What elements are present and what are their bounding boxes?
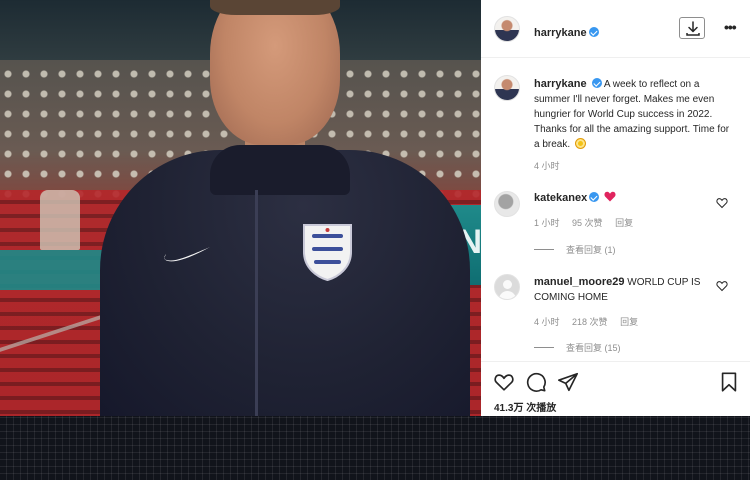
comment-like-heart-icon[interactable]	[716, 280, 728, 292]
page-background	[0, 416, 750, 480]
replies-divider	[534, 347, 554, 348]
post-header: harrykane •••	[481, 0, 750, 58]
player-figure	[100, 0, 470, 431]
player-collar	[210, 145, 350, 195]
download-button[interactable]	[679, 17, 705, 39]
comment-meta: 1 小时 95 次赞 回复	[534, 216, 643, 229]
comment-likes[interactable]: 218 次赞	[572, 317, 608, 327]
comment-time[interactable]: 1 小时	[534, 218, 560, 228]
video-player[interactable]: ON	[0, 0, 481, 431]
reply-button[interactable]: 回复	[615, 218, 633, 228]
comment-like-heart-icon[interactable]	[716, 197, 728, 209]
verified-badge-icon	[588, 27, 599, 37]
reply-button[interactable]: 回复	[620, 317, 638, 327]
verified-badge-icon	[591, 78, 602, 88]
jacket-zip	[255, 190, 258, 431]
caption: harrykane A week to reflect on a summer …	[534, 77, 734, 152]
view-replies-label: 查看回复 (1)	[566, 245, 616, 255]
paper-plane-icon[interactable]	[557, 371, 579, 393]
comment-icon[interactable]	[525, 371, 547, 393]
view-replies-button[interactable]: 查看回复 (1)	[534, 243, 616, 256]
comment-likes[interactable]: 95 次赞	[572, 218, 603, 228]
replies-divider	[534, 249, 554, 250]
comment-username[interactable]: manuel_moore29	[534, 276, 624, 288]
comment-time[interactable]: 4 小时	[534, 317, 560, 327]
download-icon	[686, 21, 700, 36]
post-actions: 41.3万 次播放	[481, 361, 750, 416]
view-count[interactable]: 41.3万 次播放	[494, 399, 556, 414]
view-replies-label: 查看回复 (15)	[566, 343, 621, 353]
comments-section[interactable]: harrykane A week to reflect on a summer …	[481, 58, 750, 361]
heart-outline-icon[interactable]	[493, 371, 515, 393]
sun-emoji-icon	[574, 138, 586, 149]
red-heart-emoji-icon	[604, 191, 616, 202]
author-avatar[interactable]	[494, 16, 520, 42]
comment-meta: 4 小时 218 次赞 回复	[534, 315, 648, 328]
caption-avatar[interactable]	[494, 75, 520, 101]
author-username[interactable]: harrykane	[534, 27, 587, 39]
player-head	[210, 0, 340, 145]
england-crest-icon	[303, 224, 352, 282]
nike-swoosh-icon	[164, 247, 210, 262]
post-panel: harrykane ••• harrykane A week to reflec…	[481, 0, 750, 416]
comment-item: manuel_moore29 WORLD CUP IS COMING HOME	[534, 275, 709, 305]
background-person	[40, 190, 80, 250]
comment-avatar[interactable]	[494, 191, 520, 217]
caption-time[interactable]: 4 小时	[534, 159, 560, 172]
view-replies-button[interactable]: 查看回复 (15)	[534, 341, 621, 354]
caption-username[interactable]: harrykane	[534, 78, 587, 90]
comment-item: katekanex	[534, 191, 709, 206]
bookmark-icon[interactable]	[718, 371, 740, 393]
comment-avatar-default[interactable]	[494, 274, 520, 300]
pitch-board-left	[0, 250, 110, 290]
player-hair	[210, 0, 340, 15]
author-block: harrykane	[534, 23, 599, 41]
comment-username[interactable]: katekanex	[534, 192, 587, 204]
verified-badge-icon	[589, 192, 600, 202]
more-options-icon[interactable]: •••	[724, 20, 737, 34]
